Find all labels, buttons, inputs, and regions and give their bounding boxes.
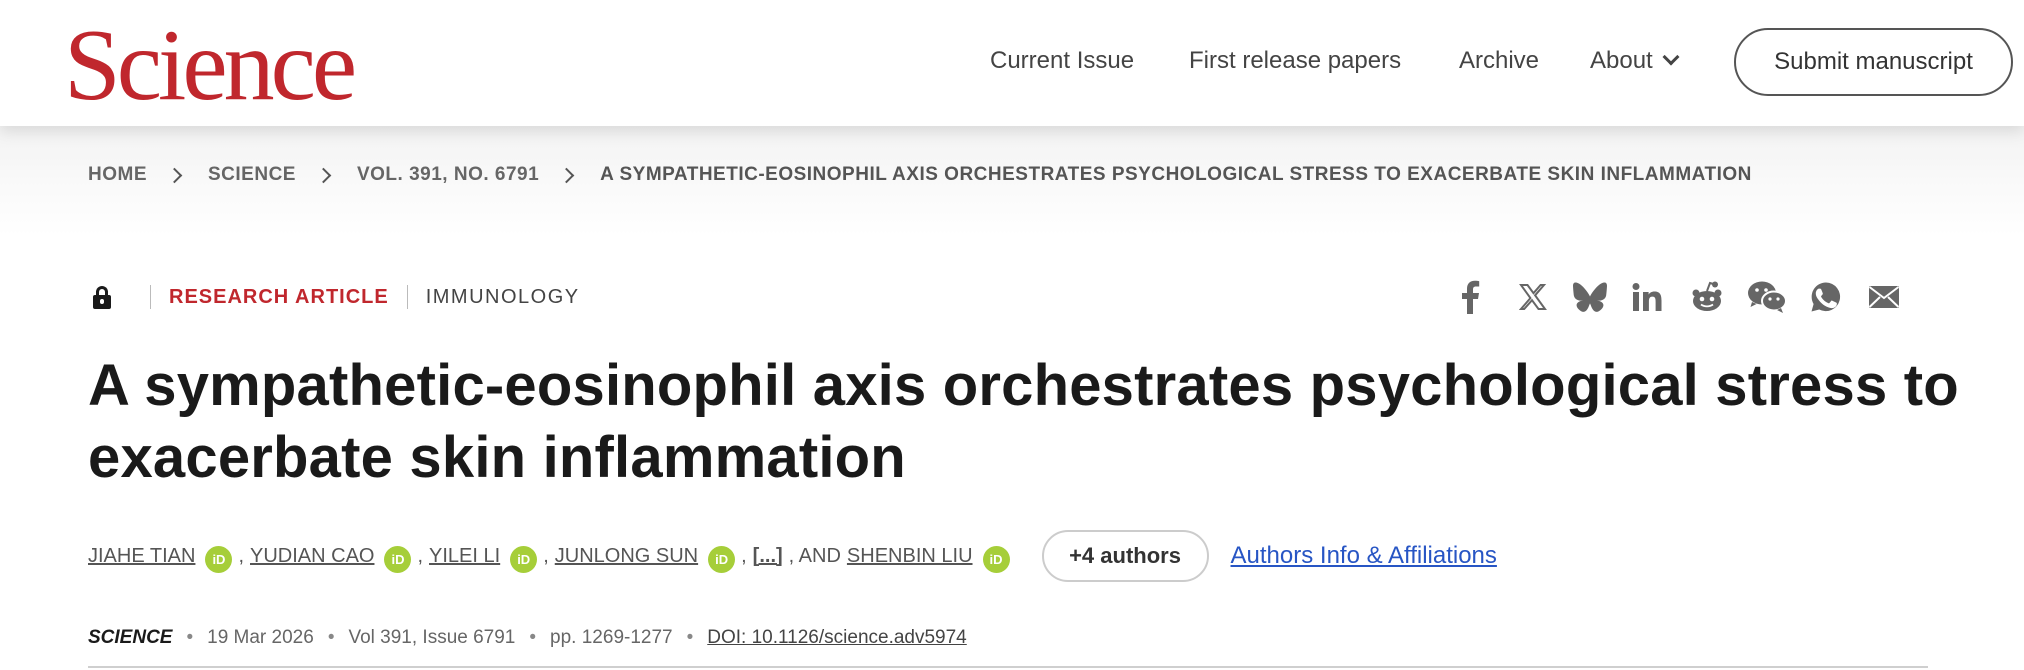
- wechat-icon[interactable]: [1747, 276, 1787, 318]
- article-title-line-2: exacerbate skin inflammation: [88, 425, 906, 490]
- nav-first-release-papers[interactable]: First release papers: [1189, 46, 1401, 76]
- breadcrumb: HOME SCIENCE VOL. 391, NO. 6791 A SYMPAT…: [88, 164, 1752, 186]
- linkedin-icon[interactable]: [1627, 276, 1667, 318]
- author-link[interactable]: JIAHE TIAN: [88, 545, 195, 568]
- author-separator: ,: [238, 544, 244, 567]
- author-list: JIAHE TIAN iD , YUDIAN CAO iD , YILEI LI…: [88, 528, 1497, 584]
- breadcrumb-home[interactable]: HOME: [88, 164, 147, 186]
- bullet-separator: •: [186, 627, 194, 648]
- nav-current-issue[interactable]: Current Issue: [990, 46, 1134, 76]
- breadcrumb-issue[interactable]: VOL. 391, NO. 6791: [357, 164, 539, 186]
- submit-manuscript-button[interactable]: Submit manuscript: [1734, 28, 2013, 96]
- divider: [88, 666, 1928, 668]
- breadcrumb-science[interactable]: SCIENCE: [208, 164, 296, 186]
- author-link[interactable]: SHENBIN LIU: [847, 545, 973, 568]
- article-title-line-1: A sympathetic-eosinophil axis orchestrat…: [88, 353, 1959, 418]
- facebook-icon[interactable]: [1450, 276, 1490, 318]
- orcid-icon[interactable]: iD: [205, 545, 233, 573]
- nav-archive[interactable]: Archive: [1459, 46, 1539, 76]
- chevron-right-icon: [315, 167, 332, 183]
- lock-icon: [88, 282, 116, 312]
- bullet-separator: •: [327, 627, 335, 648]
- chevron-right-icon: [166, 167, 183, 183]
- article-type: RESEARCH ARTICLE: [169, 285, 389, 308]
- orcid-icon[interactable]: iD: [384, 545, 412, 573]
- article-subject[interactable]: IMMUNOLOGY: [426, 286, 580, 309]
- chevron-right-icon: [558, 167, 575, 183]
- doi-link[interactable]: DOI: 10.1126/science.adv5974: [707, 627, 967, 649]
- breadcrumb-current: A SYMPATHETIC-EOSINOPHIL AXIS ORCHESTRAT…: [600, 164, 1752, 185]
- site-header: Science Current Issue First release pape…: [0, 0, 2024, 126]
- author-and: , AND: [788, 544, 841, 567]
- more-authors-button[interactable]: +4 authors: [1041, 530, 1209, 582]
- article-meta-row: RESEARCH ARTICLE IMMUNOLOGY: [88, 282, 580, 312]
- orcid-icon[interactable]: iD: [708, 545, 736, 573]
- nav-about[interactable]: About: [1590, 46, 1680, 76]
- expand-authors-ellipsis[interactable]: [...]: [753, 545, 783, 568]
- volume-issue[interactable]: Vol 391, Issue 6791: [348, 627, 515, 649]
- nav-about-label: About: [1590, 47, 1653, 74]
- journal-name[interactable]: SCIENCE: [88, 627, 172, 649]
- email-icon[interactable]: [1864, 276, 1904, 318]
- bullet-separator: •: [529, 627, 537, 648]
- authors-info-affiliations-link[interactable]: Authors Info & Affiliations: [1231, 542, 1497, 570]
- author-separator: ,: [741, 544, 747, 567]
- page-range: pp. 1269-1277: [550, 627, 673, 648]
- chevron-down-icon: [1662, 48, 1680, 66]
- author-link[interactable]: YUDIAN CAO: [250, 545, 374, 568]
- citation-row: SCIENCE • 19 Mar 2026 • Vol 391, Issue 6…: [88, 627, 967, 649]
- x-icon[interactable]: [1513, 276, 1553, 318]
- author-separator: ,: [543, 544, 549, 567]
- science-logo[interactable]: Science: [64, 10, 357, 122]
- publication-date: 19 Mar 2026: [207, 627, 314, 648]
- whatsapp-icon[interactable]: [1806, 276, 1846, 318]
- orcid-icon[interactable]: iD: [510, 545, 538, 573]
- share-bar: [1450, 276, 1930, 320]
- bluesky-icon[interactable]: [1570, 276, 1610, 318]
- bullet-separator: •: [686, 627, 694, 648]
- divider: [150, 285, 151, 309]
- author-link[interactable]: YILEI LI: [429, 545, 500, 568]
- divider: [406, 285, 408, 309]
- orcid-icon[interactable]: iD: [982, 545, 1010, 573]
- reddit-icon[interactable]: [1687, 276, 1727, 318]
- article-title: A sympathetic-eosinophil axis orchestrat…: [88, 350, 1968, 494]
- author-separator: ,: [417, 544, 424, 567]
- author-link[interactable]: JUNLONG SUN: [555, 545, 698, 568]
